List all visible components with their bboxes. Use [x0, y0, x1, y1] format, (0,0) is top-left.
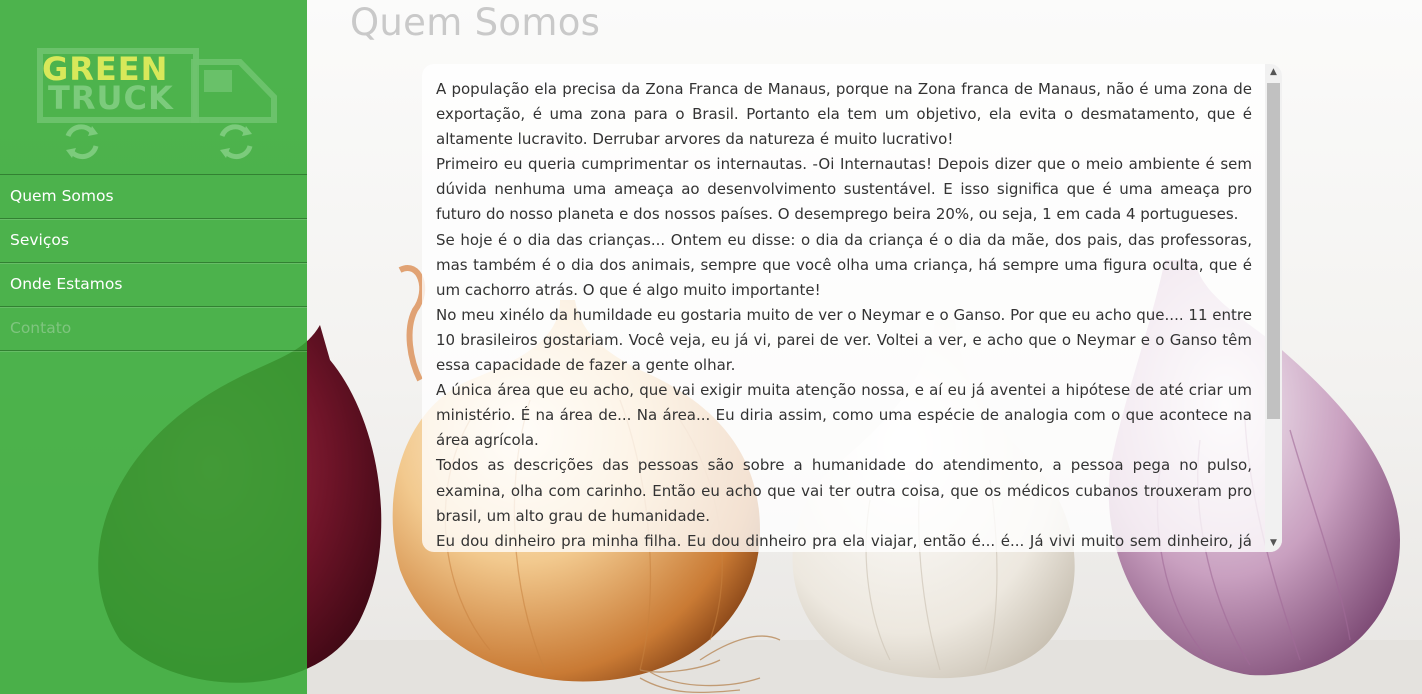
main-nav: Quem Somos Seviços Onde Estamos Contato [0, 174, 307, 351]
content-paragraph: A única área que eu acho, que vai exigir… [436, 381, 1252, 450]
page-title: Quem Somos [350, 1, 601, 44]
recycle-wheel-icon [65, 124, 99, 160]
green-truck-logo[interactable]: GREEN TRUCK [28, 42, 278, 164]
content-paragraph: Eu dou dinheiro pra minha filha. Eu dou … [436, 531, 1252, 550]
nav-item-onde-estamos[interactable]: Onde Estamos [0, 263, 307, 307]
content-text: A população ela precisa da Zona Franca d… [436, 77, 1252, 552]
content-paragraph: Se hoje é o dia das crianças... Ontem eu… [436, 230, 1252, 299]
content-paragraph: A população ela precisa da Zona Franca d… [436, 80, 1252, 149]
logo-word-truck: TRUCK [48, 79, 174, 117]
scroll-up-arrow-icon[interactable]: ▲ [1265, 64, 1282, 81]
content-paragraph: Primeiro eu queria cumprimentar os inter… [436, 155, 1252, 224]
nav-item-quem-somos[interactable]: Quem Somos [0, 175, 307, 219]
scroll-thumb[interactable] [1267, 83, 1280, 419]
content-paragraph: No meu xinélo da humildade eu gostaria m… [436, 305, 1252, 375]
scroll-down-arrow-icon[interactable]: ▼ [1265, 535, 1282, 552]
nav-item-servicos[interactable]: Seviços [0, 219, 307, 263]
vertical-scrollbar[interactable]: ▲ ▼ [1265, 64, 1282, 552]
content-paragraph: Todos as descrições das pessoas são sobr… [436, 456, 1252, 525]
nav-item-contato[interactable]: Contato [0, 307, 307, 351]
sidebar: GREEN TRUCK Quem Somos Seviços Onde Esta… [0, 0, 307, 694]
recycle-wheel-icon [219, 124, 253, 160]
content-panel[interactable]: A população ela precisa da Zona Franca d… [422, 64, 1282, 552]
